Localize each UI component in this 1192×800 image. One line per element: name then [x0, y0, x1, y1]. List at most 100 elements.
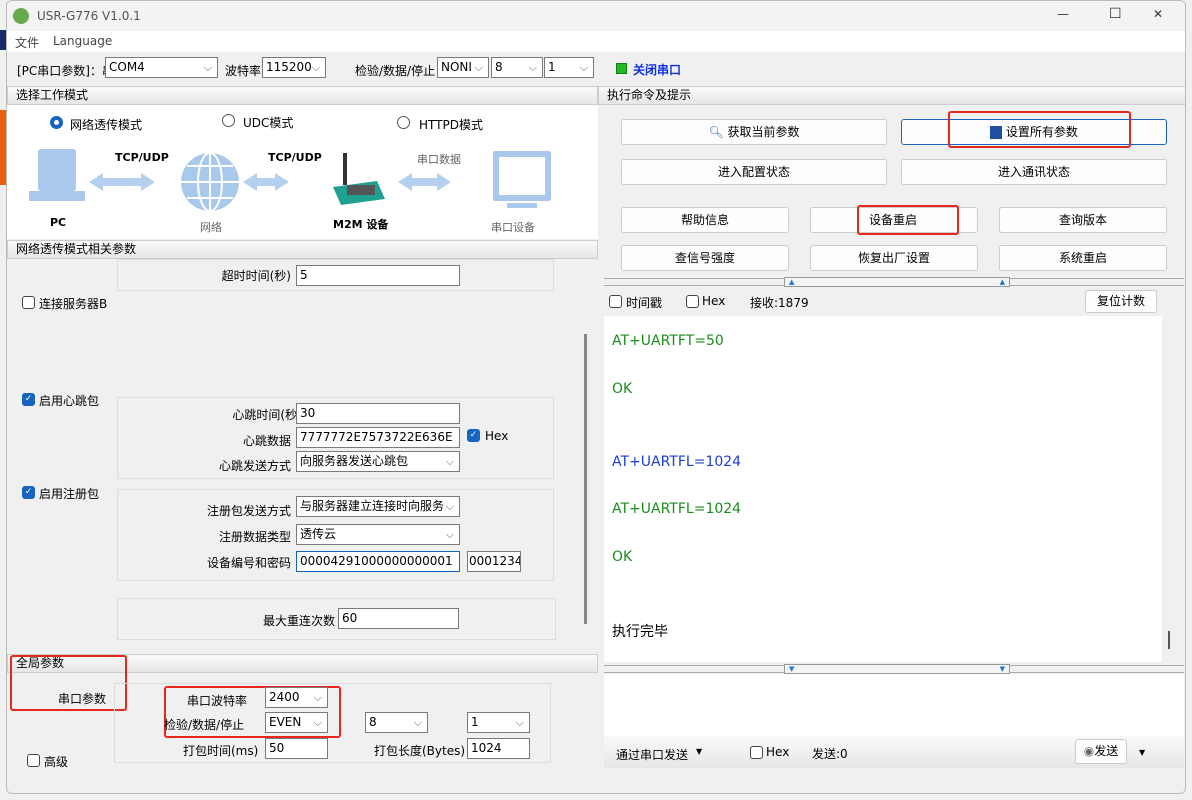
diagram-m2m: M2M 设备: [333, 218, 389, 231]
maximize-button[interactable]: ☐: [1109, 6, 1122, 22]
system-restart-button[interactable]: 系统重启: [999, 245, 1167, 271]
log-scrollbar[interactable]: [1168, 631, 1170, 649]
hb-hex-checkbox[interactable]: ✓: [467, 429, 480, 442]
window-title: USR-G776 V1.0.1: [37, 9, 141, 23]
g-baud-label: 串口波特率: [186, 694, 247, 708]
speaker-icon: ◉: [1083, 744, 1095, 758]
help-button[interactable]: 帮助信息: [621, 207, 789, 233]
reg-password-input[interactable]: 0001234: [467, 551, 521, 572]
timestamp-checkbox[interactable]: [609, 295, 622, 308]
reset-count-button[interactable]: 复位计数: [1085, 290, 1157, 313]
tx-hex-label: Hex: [766, 745, 790, 759]
m2m-device-icon: [333, 153, 385, 205]
reg-id-input[interactable]: 00004291000000000001: [296, 551, 460, 572]
hb-mode-label: 心跳发送方式: [218, 459, 291, 473]
factory-reset-button[interactable]: 恢复出厂设置: [810, 245, 978, 271]
pack-time-label: 打包时间(ms): [183, 744, 259, 758]
menu-bar: 文件 Language: [7, 31, 1185, 52]
retry-label: 最大重连次数: [262, 614, 335, 628]
diagram-link3: 串口数据: [417, 153, 461, 166]
retry-input[interactable]: 60: [338, 608, 459, 629]
menu-file[interactable]: 文件: [15, 34, 39, 51]
log-line: OK: [612, 381, 633, 397]
reg-mode-select[interactable]: 与服务器建立连接时向服务: [296, 496, 460, 517]
timestamp-label: 时间戳: [626, 296, 663, 310]
pack-len-label: 打包长度(Bytes): [374, 744, 466, 758]
menu-language[interactable]: Language: [53, 34, 112, 48]
port-select[interactable]: COM4: [105, 57, 218, 78]
receive-log[interactable]: [604, 316, 1162, 662]
reg-type-label: 注册数据类型: [218, 530, 291, 544]
enter-config-button[interactable]: 进入配置状态: [621, 159, 887, 185]
splitter-top[interactable]: ▲ ▲: [604, 277, 1184, 287]
send-button[interactable]: ◉发送: [1075, 739, 1127, 764]
search-doc-icon: 🔍︎: [708, 125, 724, 139]
laptop-icon: [29, 149, 85, 201]
hb-data-input[interactable]: 7777772E7573722E636E: [296, 427, 460, 448]
query-version-button[interactable]: 查询版本: [999, 207, 1167, 233]
radio-httpd[interactable]: [397, 116, 410, 129]
send-via-dropdown[interactable]: 通过串口发送: [616, 746, 688, 763]
monitor-icon: [493, 151, 551, 208]
params-scrollbar[interactable]: [584, 334, 587, 624]
radio-udc[interactable]: [222, 114, 235, 127]
port-status-icon: [616, 63, 627, 74]
hb-mode-select[interactable]: 向服务器发送心跳包: [296, 451, 460, 472]
hb-time-input[interactable]: 30: [296, 403, 460, 424]
g-parity-select[interactable]: EVEN: [265, 712, 328, 733]
diagram-net: 网络: [200, 221, 222, 234]
advanced-checkbox[interactable]: [27, 754, 40, 767]
g-stop-bits-select[interactable]: 1: [467, 712, 530, 733]
reg-id-label: 设备编号和密码: [206, 556, 291, 570]
send-label: 发送: [1094, 744, 1119, 758]
g-data-bits-select[interactable]: 8: [365, 712, 428, 733]
hb-time-label: 心跳时间(秒: [232, 408, 297, 422]
commands-section-header: 执行命令及提示: [598, 86, 1185, 105]
g-parity-label: 检验/数据/停止: [164, 718, 245, 732]
hb-data-label: 心跳数据: [242, 434, 291, 448]
serial-params-label: 串口参数: [58, 692, 107, 706]
data-bits-select[interactable]: 8: [491, 57, 543, 78]
diagram-link2: TCP/UDP: [268, 151, 322, 164]
close-button[interactable]: ✕: [1153, 7, 1163, 21]
enter-comm-button[interactable]: 进入通讯状态: [901, 159, 1167, 185]
get-params-button[interactable]: 🔍︎ 获取当前参数: [621, 119, 887, 145]
app-window: USR-G776 V1.0.1 — ☐ ✕ 文件 Language [PC串口参…: [6, 0, 1186, 794]
log-line: 执行完毕: [612, 624, 668, 640]
advanced-label: 高级: [44, 755, 69, 769]
mode-httpd-label: HTTPD模式: [419, 118, 483, 132]
stop-bits-select[interactable]: 1: [544, 57, 594, 78]
server-b-label: 连接服务器B: [39, 297, 108, 311]
params-section-header: 网络透传模式相关参数: [7, 240, 598, 259]
close-port-button[interactable]: 关闭串口: [633, 61, 681, 78]
baud-select[interactable]: 115200: [262, 57, 326, 78]
hb-hex-label: Hex: [485, 429, 509, 443]
mode-section-header: 选择工作模式: [7, 86, 598, 105]
pack-time-input[interactable]: 50: [265, 738, 328, 759]
signal-button[interactable]: 查信号强度: [621, 245, 789, 271]
timeout-input[interactable]: 5: [296, 265, 460, 286]
register-label: 启用注册包: [39, 487, 100, 501]
send-input[interactable]: [604, 674, 1184, 736]
minimize-button[interactable]: —: [1057, 7, 1069, 21]
register-checkbox[interactable]: ✓: [22, 486, 35, 499]
diagram-serial: 串口设备: [491, 221, 535, 234]
pack-len-input[interactable]: 1024: [467, 738, 530, 759]
rx-count: 接收:1879: [750, 296, 809, 310]
reg-mode-label: 注册包发送方式: [206, 504, 291, 518]
parity-select-box[interactable]: NONI: [437, 57, 489, 78]
rx-hex-checkbox[interactable]: [686, 295, 699, 308]
server-b-checkbox[interactable]: [22, 296, 35, 309]
splitter-bottom[interactable]: ▼ ▼: [604, 664, 1184, 674]
send-options-caret[interactable]: ▼: [1139, 748, 1145, 757]
radio-transparent[interactable]: [50, 116, 63, 129]
mode-udc-label: UDC模式: [243, 116, 294, 130]
mode-transparent-label: 网络透传模式: [70, 118, 143, 132]
baud-label: 波特率: [225, 64, 262, 78]
reg-type-select[interactable]: 透传云: [296, 524, 460, 545]
tx-count: 发送:0: [812, 747, 848, 761]
tx-hex-checkbox[interactable]: [750, 746, 763, 759]
heartbeat-checkbox[interactable]: ✓: [22, 393, 35, 406]
g-baud-select[interactable]: 2400: [265, 687, 328, 708]
globe-icon: [181, 152, 239, 212]
